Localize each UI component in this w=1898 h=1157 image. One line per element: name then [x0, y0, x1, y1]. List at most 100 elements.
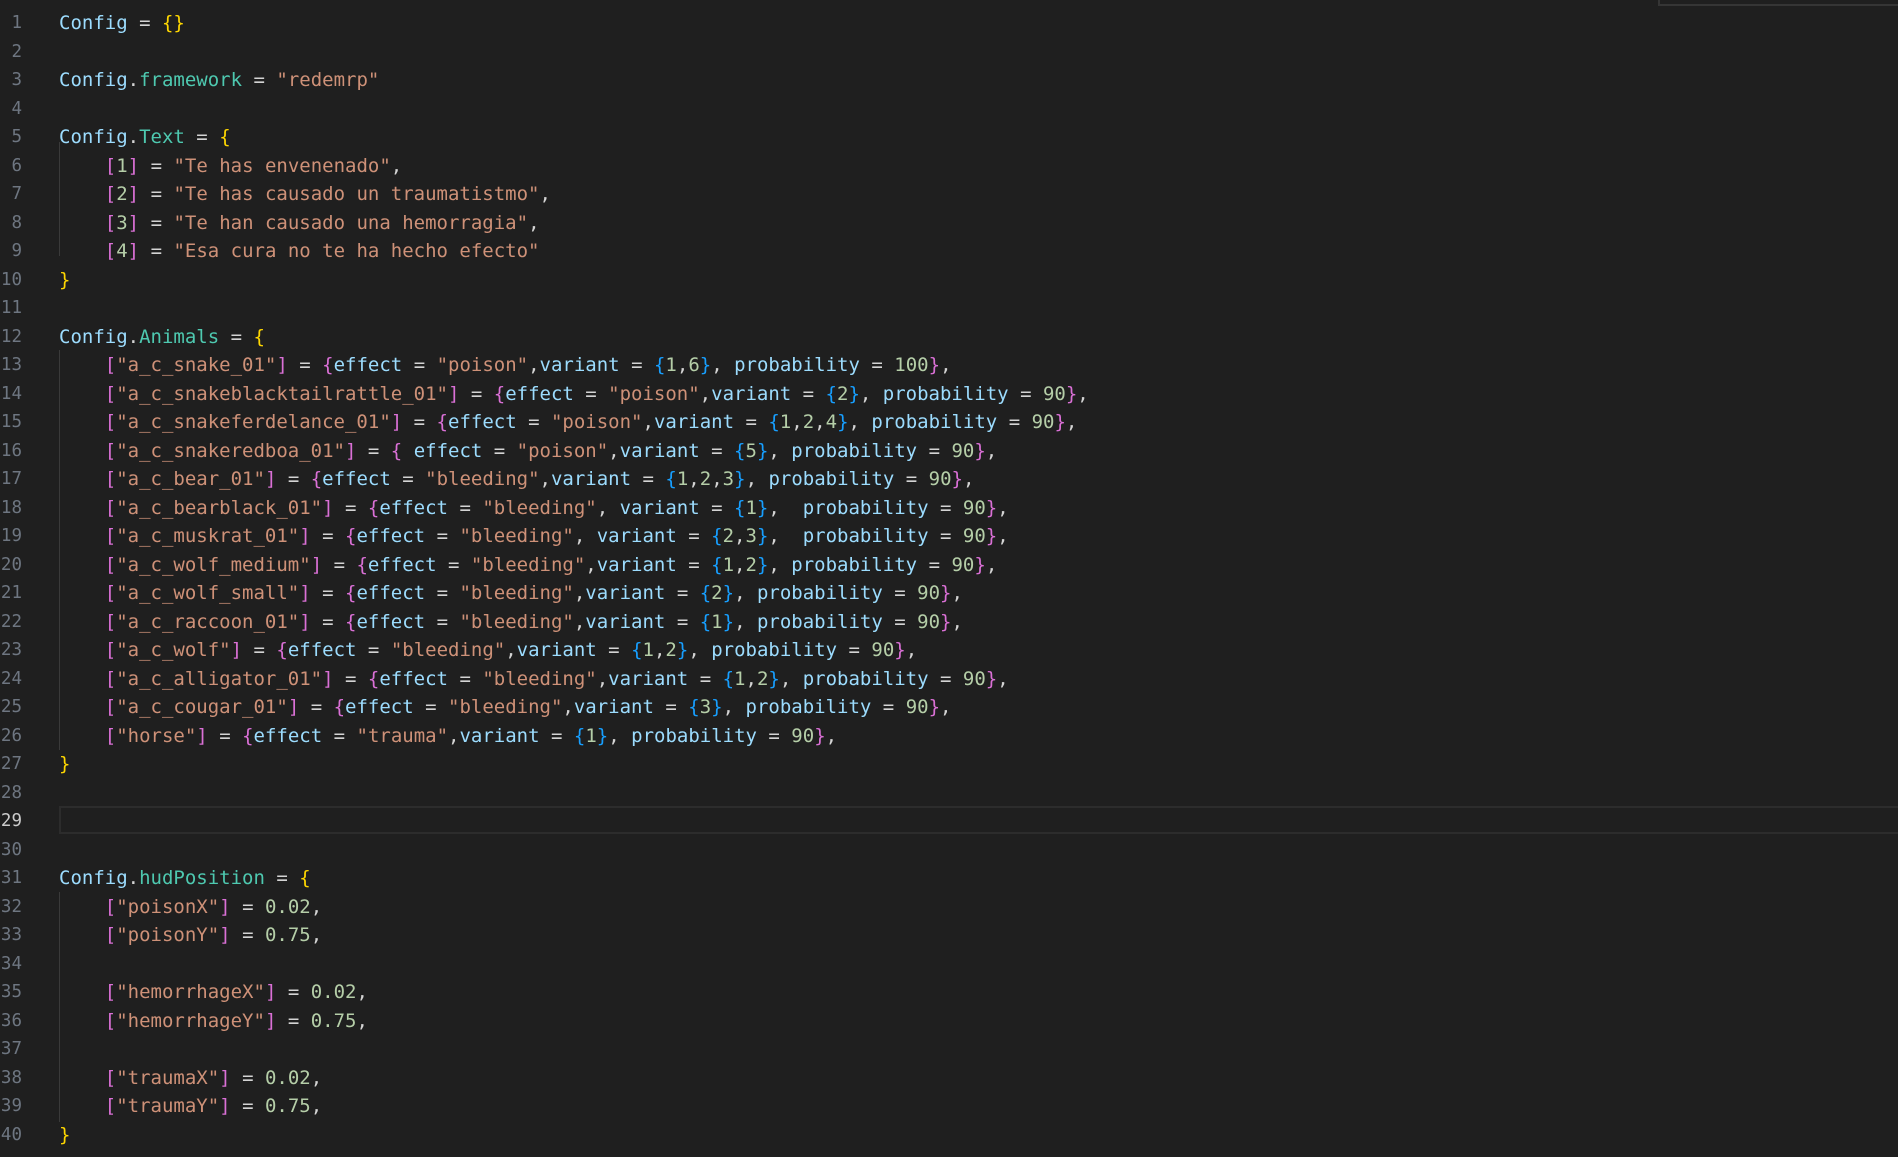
code-line[interactable]: ["a_c_raccoon_01"] = {effect = "bleeding… — [59, 608, 963, 637]
line-number-gutter[interactable]: 1 2 3 4 5 6 7 8 9 10 11 12 13 14 15 16 17 18 19 20 21 22 23 24 2… — [0, 0, 40, 1157]
line-number[interactable]: 30 — [0, 836, 22, 865]
code-token: effect — [379, 667, 448, 690]
code-line[interactable]: ["a_c_snakeredboa_01"] = { effect = "poi… — [59, 437, 997, 466]
code-line[interactable]: ["poisonY"] = 0.75, — [59, 921, 322, 950]
code-token: Config — [59, 325, 128, 348]
code-line[interactable]: ["a_c_wolf_small"] = {effect = "bleeding… — [59, 579, 963, 608]
line-number[interactable]: 3 — [0, 66, 22, 95]
code-token: } — [59, 1123, 71, 1146]
line-number[interactable]: 18 — [0, 494, 22, 523]
line-number[interactable]: 19 — [0, 522, 22, 551]
line-number[interactable]: 14 — [0, 380, 22, 409]
line-number[interactable]: 20 — [0, 551, 22, 580]
line-number[interactable]: 9 — [0, 237, 22, 266]
line-number[interactable]: 8 — [0, 209, 22, 238]
line-number[interactable]: 6 — [0, 152, 22, 181]
line-number[interactable]: 27 — [0, 750, 22, 779]
code-token: = — [299, 696, 334, 718]
line-number[interactable]: 24 — [0, 665, 22, 694]
code-token: "poisonX" — [116, 895, 220, 918]
code-line[interactable]: ["a_c_wolf_medium"] = {effect = "bleedin… — [59, 551, 998, 580]
code-line[interactable]: ["hemorrhageY"] = 0.75, — [59, 1007, 368, 1036]
line-number[interactable]: 37 — [0, 1035, 22, 1064]
line-number[interactable]: 17 — [0, 465, 22, 494]
code-line[interactable]: ["a_c_snakeblacktailrattle_01"] = {effec… — [59, 380, 1089, 409]
code-line[interactable]: Config.Text = { — [59, 123, 231, 152]
line-number[interactable]: 10 — [0, 266, 22, 295]
line-number[interactable]: 35 — [0, 978, 22, 1007]
code-area[interactable]: Config = {} Config.framework = "redemrp" C… — [59, 0, 1898, 1157]
line-number[interactable]: 11 — [0, 294, 22, 323]
code-token: "a_c_bear_01" — [116, 468, 265, 490]
line-number[interactable]: 34 — [0, 950, 22, 979]
code-line[interactable]: [4] = "Esa cura no te ha hecho efecto" — [59, 237, 540, 266]
code-line[interactable]: } — [59, 266, 70, 295]
line-number[interactable]: 23 — [0, 636, 22, 665]
code-line[interactable]: Config.framework = "redemrp" — [59, 66, 379, 95]
line-number[interactable]: 32 — [0, 893, 22, 922]
code-token: variant — [573, 696, 654, 718]
line-number[interactable]: 25 — [0, 693, 22, 722]
line-number[interactable]: 1 — [0, 9, 22, 38]
line-number[interactable]: 4 — [0, 95, 22, 124]
code-line[interactable]: Config = {} — [59, 9, 185, 38]
code-line[interactable]: ["a_c_cougar_01"] = {effect = "bleeding"… — [59, 693, 952, 722]
line-number[interactable]: 21 — [0, 579, 22, 608]
code-token: { — [356, 553, 368, 576]
code-token: ] — [299, 610, 311, 633]
code-line[interactable]: } — [59, 1121, 70, 1150]
code-line[interactable]: ["poisonX"] = 0.02, — [59, 893, 322, 922]
code-token: "a_c_bearblack_01" — [116, 496, 323, 519]
line-number[interactable]: 29 — [0, 807, 22, 836]
line-number[interactable]: 31 — [0, 864, 22, 893]
code-line[interactable]: [2] = "Te has causado un traumatistmo", — [59, 180, 551, 209]
code-token: . — [127, 325, 140, 348]
code-token: {} — [161, 12, 185, 34]
code-line[interactable]: ["traumaX"] = 0.02, — [59, 1064, 322, 1093]
code-token: Config — [59, 12, 128, 34]
line-number[interactable]: 39 — [0, 1092, 22, 1121]
code-line[interactable]: ["hemorrhageX"] = 0.02, — [59, 978, 368, 1007]
line-number[interactable]: 28 — [0, 779, 22, 808]
code-token: variant — [516, 639, 597, 661]
code-token: = — [734, 411, 769, 433]
code-token: probability — [871, 411, 998, 433]
code-line[interactable]: ["a_c_snake_01"] = {effect = "poison",va… — [59, 351, 952, 380]
code-line[interactable]: ["a_c_wolf"] = {effect = "bleeding",vari… — [59, 636, 917, 665]
code-editor[interactable]: 1 2 3 4 5 6 7 8 9 10 11 12 13 14 15 16 17 18 19 20 21 22 23 24 2… — [0, 0, 1898, 1157]
code-token: , — [596, 667, 609, 690]
code-token: "bleeding" — [459, 525, 574, 547]
line-number[interactable]: 33 — [0, 921, 22, 950]
code-line[interactable]: ["a_c_snakeferdelance_01"] = {effect = "… — [59, 408, 1078, 437]
code-line[interactable]: ["horse"] = {effect = "trauma",variant =… — [59, 722, 837, 751]
code-line[interactable]: ["a_c_alligator_01"] = {effect = "bleedi… — [59, 665, 1009, 694]
line-number[interactable]: 22 — [0, 608, 22, 637]
code-token: variant — [585, 582, 666, 604]
code-line[interactable]: Config.hudPosition = { — [59, 864, 311, 893]
code-token: , — [997, 525, 1009, 547]
line-number[interactable]: 15 — [0, 408, 22, 437]
line-number[interactable]: 36 — [0, 1007, 22, 1036]
line-number[interactable]: 2 — [0, 38, 22, 67]
code-token: variant — [459, 724, 540, 747]
code-line[interactable]: ["traumaY"] = 0.75, — [59, 1092, 322, 1121]
code-line[interactable]: ["a_c_bearblack_01"] = {effect = "bleedi… — [59, 494, 1009, 523]
line-number[interactable]: 26 — [0, 722, 22, 751]
line-number[interactable]: 40 — [0, 1121, 22, 1150]
code-token: [ — [104, 895, 117, 918]
code-line[interactable]: Config.Animals = { — [59, 323, 265, 352]
code-line[interactable]: [3] = "Te han causado una hemorragia", — [59, 209, 540, 238]
line-number[interactable]: 12 — [0, 323, 22, 352]
code-line[interactable]: } — [59, 750, 70, 779]
code-token: "bleeding" — [482, 667, 597, 690]
line-number[interactable]: 13 — [0, 351, 22, 380]
code-line[interactable]: ["a_c_bear_01"] = {effect = "bleeding",v… — [59, 465, 975, 494]
code-line[interactable]: [1] = "Te has envenenado", — [59, 152, 402, 181]
line-number[interactable]: 38 — [0, 1064, 22, 1093]
line-number[interactable]: 7 — [0, 180, 22, 209]
line-number[interactable]: 16 — [0, 437, 22, 466]
code-line[interactable]: ["a_c_muskrat_01"] = {effect = "bleeding… — [59, 522, 1009, 551]
line-number[interactable]: 5 — [0, 123, 22, 152]
